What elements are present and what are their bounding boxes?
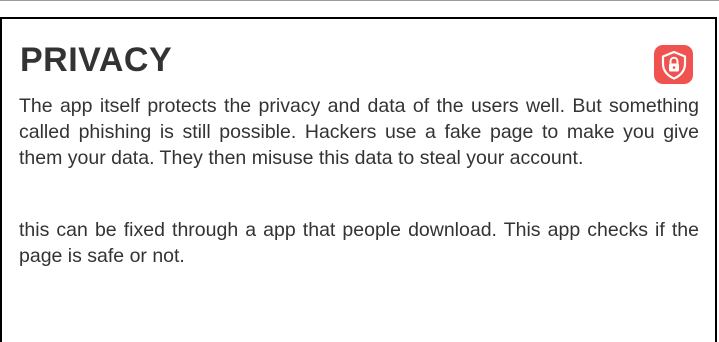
paragraph-solution: this can be fixed through a app that peo… (19, 219, 699, 267)
privacy-card: PRIVACY The app itself protects the priv… (0, 17, 717, 342)
shield-lock-icon (654, 45, 693, 84)
top-divider (0, 0, 719, 1)
paragraph-phishing: The app itself protects the privacy and … (19, 95, 699, 169)
card-title: PRIVACY (20, 41, 173, 79)
